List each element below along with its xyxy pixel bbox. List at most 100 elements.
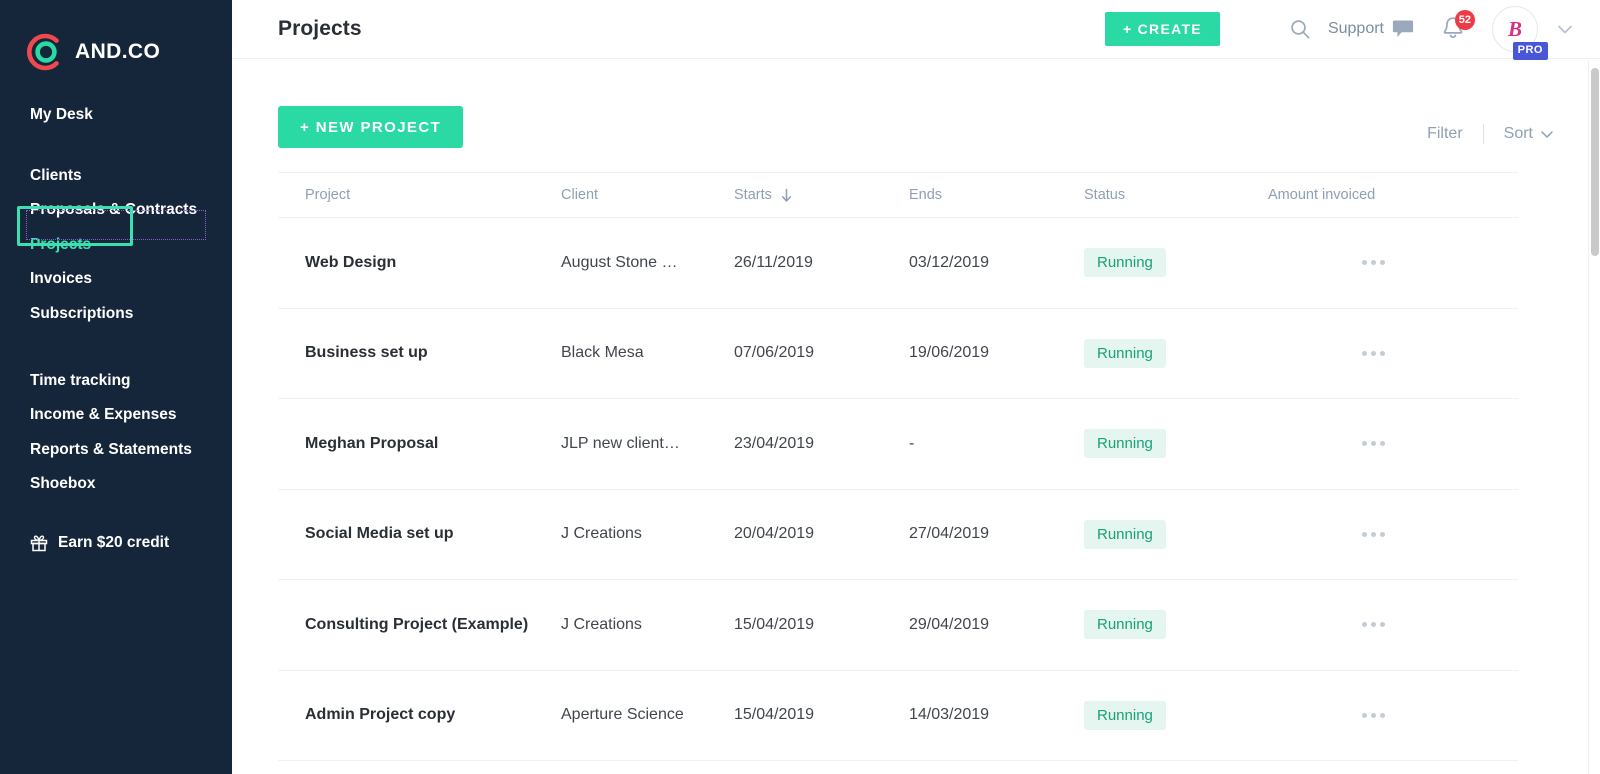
list-controls: Filter Sort bbox=[1427, 106, 1554, 144]
cell-starts: 20/04/2019 bbox=[734, 525, 815, 543]
table-row[interactable]: Business set up Black Mesa 07/06/2019 19… bbox=[278, 309, 1518, 399]
cell-project: Consulting Project (Example) bbox=[305, 615, 529, 633]
avatar-monogram: B bbox=[1507, 16, 1522, 41]
cell-status: Running bbox=[1084, 610, 1268, 640]
pro-badge: PRO bbox=[1512, 42, 1548, 60]
cell-project: Web Design bbox=[305, 253, 397, 271]
notification-badge: 52 bbox=[1454, 10, 1475, 30]
sidebar-divider-1 bbox=[0, 133, 232, 159]
cell-amount-invoiced bbox=[1268, 254, 1488, 271]
status-badge: Running bbox=[1084, 700, 1166, 730]
column-header-status[interactable]: Status bbox=[1084, 187, 1268, 203]
cell-client: J Creations bbox=[561, 615, 642, 633]
projects-table: Project Client Starts Ends Status Amount… bbox=[278, 172, 1518, 761]
table-row[interactable]: Social Media set up J Creations 20/04/20… bbox=[278, 490, 1518, 580]
arrow-down-icon bbox=[781, 188, 792, 202]
table-row[interactable]: Admin Project copy Aperture Science 15/0… bbox=[278, 671, 1518, 761]
more-options-icon[interactable] bbox=[1356, 616, 1391, 633]
top-header-bar: Projects + CREATE Support 52 B PRO bbox=[232, 0, 1600, 60]
cell-project: Admin Project copy bbox=[305, 706, 456, 724]
chevron-down-icon bbox=[1541, 131, 1553, 138]
content-area: + NEW PROJECT Filter Sort Project Client… bbox=[232, 59, 1600, 761]
status-badge: Running bbox=[1084, 338, 1166, 368]
sidebar-item-clients[interactable]: Clients bbox=[0, 159, 232, 194]
more-options-icon[interactable] bbox=[1356, 526, 1391, 543]
user-avatar-button[interactable]: B PRO bbox=[1492, 6, 1548, 60]
sidebar-item-projects[interactable]: Projects bbox=[0, 228, 232, 263]
cell-status: Running bbox=[1084, 429, 1268, 459]
cell-ends: 03/12/2019 bbox=[909, 253, 990, 271]
table-header-row: Project Client Starts Ends Status Amount… bbox=[278, 173, 1518, 218]
table-row[interactable]: Meghan Proposal JLP new client… 23/04/20… bbox=[278, 399, 1518, 490]
search-button[interactable] bbox=[1288, 17, 1312, 41]
column-header-project[interactable]: Project bbox=[278, 187, 561, 203]
sidebar-item-proposals-contracts[interactable]: Proposals & Contracts bbox=[0, 193, 232, 228]
sort-label: Sort bbox=[1503, 125, 1533, 142]
sidebar-item-reports-statements[interactable]: Reports & Statements bbox=[0, 433, 232, 468]
start-timer-button[interactable] bbox=[1228, 12, 1266, 46]
sidebar-item-time-tracking[interactable]: Time tracking bbox=[0, 364, 232, 399]
speech-bubble-icon bbox=[1392, 20, 1414, 37]
toolbar-separator bbox=[1482, 124, 1484, 144]
column-header-ends[interactable]: Ends bbox=[909, 187, 1084, 203]
cell-client: Black Mesa bbox=[561, 344, 644, 362]
column-header-starts[interactable]: Starts bbox=[734, 187, 909, 203]
column-header-client[interactable]: Client bbox=[561, 187, 734, 203]
sidebar-group-3: Time tracking Income & Expenses Reports … bbox=[0, 364, 232, 502]
more-options-icon[interactable] bbox=[1356, 254, 1391, 271]
new-project-button[interactable]: + NEW PROJECT bbox=[278, 106, 464, 148]
more-options-icon[interactable] bbox=[1356, 345, 1391, 362]
create-button[interactable]: + CREATE bbox=[1104, 12, 1220, 46]
sidebar-item-my-desk[interactable]: My Desk bbox=[0, 98, 232, 133]
cell-amount-invoiced bbox=[1268, 435, 1488, 452]
cell-ends: 14/03/2019 bbox=[909, 706, 990, 724]
cell-project: Social Media set up bbox=[305, 525, 454, 543]
cell-starts: 07/06/2019 bbox=[734, 344, 815, 362]
earn-credit-button[interactable]: Earn $20 credit bbox=[0, 534, 232, 552]
brand[interactable]: AND.CO bbox=[0, 0, 232, 74]
cell-project: Business set up bbox=[305, 344, 428, 362]
cell-amount-invoiced bbox=[1268, 616, 1488, 633]
support-label: Support bbox=[1327, 20, 1384, 37]
sidebar-item-shoebox[interactable]: Shoebox bbox=[0, 467, 232, 502]
sidebar-item-subscriptions[interactable]: Subscriptions bbox=[0, 297, 232, 332]
cell-amount-invoiced bbox=[1268, 345, 1488, 362]
more-options-icon[interactable] bbox=[1356, 707, 1391, 724]
sidebar-nav: My Desk Clients Proposals & Contracts Pr… bbox=[0, 98, 232, 552]
sidebar: AND.CO My Desk Clients Proposals & Contr… bbox=[0, 0, 232, 774]
filter-button[interactable]: Filter bbox=[1427, 125, 1463, 143]
table-row[interactable]: Web Design August Stone … 26/11/2019 03/… bbox=[278, 218, 1518, 309]
cell-project: Meghan Proposal bbox=[305, 434, 439, 452]
notifications-button[interactable]: 52 bbox=[1440, 10, 1475, 43]
more-options-icon[interactable] bbox=[1356, 435, 1391, 452]
cell-client: August Stone … bbox=[561, 253, 678, 271]
sort-button[interactable]: Sort bbox=[1504, 125, 1554, 143]
search-icon bbox=[1291, 20, 1310, 39]
header-actions: + CREATE Support 52 B PRO bbox=[1104, 6, 1576, 60]
play-icon bbox=[1240, 21, 1254, 37]
page-title: Projects bbox=[278, 17, 362, 40]
column-header-amount-invoiced[interactable]: Amount invoiced bbox=[1268, 187, 1488, 203]
cell-starts: 15/04/2019 bbox=[734, 706, 815, 724]
andco-logo-icon bbox=[26, 32, 66, 72]
table-row[interactable]: Consulting Project (Example) J Creations… bbox=[278, 580, 1518, 671]
sidebar-divider-2 bbox=[0, 332, 232, 364]
vertical-scrollbar[interactable] bbox=[1588, 60, 1600, 774]
cell-starts: 26/11/2019 bbox=[734, 253, 813, 271]
cell-status: Running bbox=[1084, 248, 1268, 278]
gift-icon bbox=[30, 535, 48, 552]
support-link[interactable]: Support bbox=[1328, 19, 1414, 39]
sidebar-item-income-expenses[interactable]: Income & Expenses bbox=[0, 398, 232, 433]
status-badge: Running bbox=[1084, 429, 1166, 459]
sidebar-group-2: Clients Proposals & Contracts Projects I… bbox=[0, 159, 232, 332]
status-badge: Running bbox=[1084, 610, 1166, 640]
sidebar-group-1: My Desk bbox=[0, 98, 232, 133]
sidebar-item-invoices[interactable]: Invoices bbox=[0, 262, 232, 297]
cell-status: Running bbox=[1084, 700, 1268, 730]
scrollbar-thumb[interactable] bbox=[1591, 68, 1599, 256]
cell-amount-invoiced bbox=[1268, 526, 1488, 543]
column-header-starts-label: Starts bbox=[734, 187, 772, 203]
account-menu-button[interactable] bbox=[1554, 18, 1576, 40]
main-panel: Projects + CREATE Support 52 B PRO + NEW… bbox=[232, 0, 1600, 774]
cell-ends: 29/04/2019 bbox=[909, 615, 990, 633]
